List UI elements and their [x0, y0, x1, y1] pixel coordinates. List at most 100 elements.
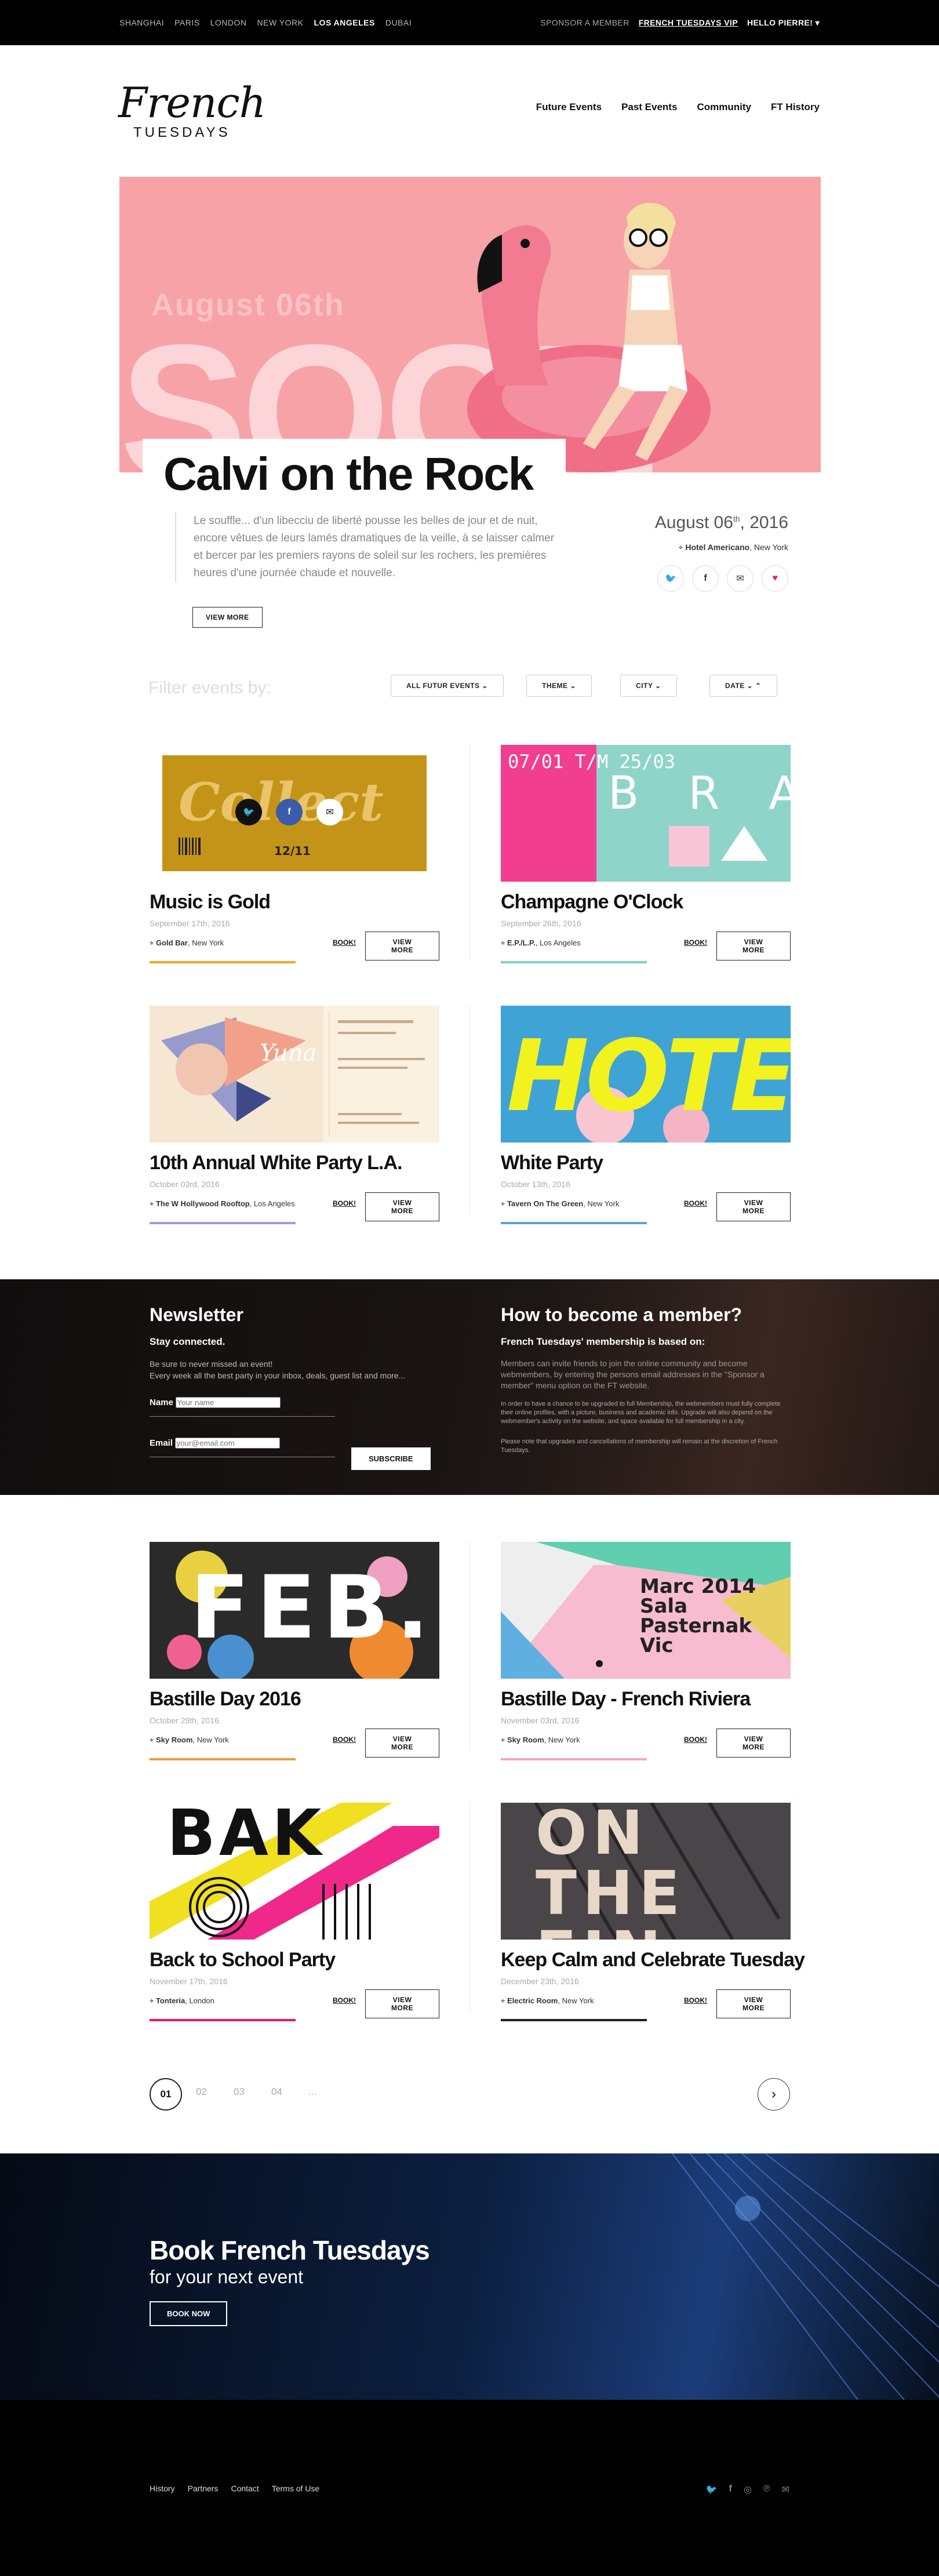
footer-link-contact[interactable]: Contact [231, 2484, 259, 2493]
event-venue-name[interactable]: The W Hollywood Rooftop [156, 1199, 250, 1208]
page-2[interactable]: 02 [196, 2086, 207, 2098]
user-menu[interactable]: HELLO PIERRE! ▾ [747, 18, 820, 28]
event-title[interactable]: 10th Annual White Party L.A. [150, 1152, 402, 1174]
event-image-art: ON THE FIN [501, 1803, 791, 1940]
subscribe-button[interactable]: SUBSCRIBE [351, 1447, 431, 1470]
view-more-button[interactable]: VIEW MORE [365, 1192, 439, 1221]
email-share-button[interactable]: ✉ [727, 565, 754, 592]
nav-community[interactable]: Community [697, 101, 751, 113]
book-link[interactable]: BOOK! [333, 938, 356, 947]
event-title[interactable]: Keep Calm and Celebrate Tuesday [501, 1949, 805, 1971]
city-paris[interactable]: PARIS [174, 18, 199, 27]
event-venue-name[interactable]: Tavern On The Green [507, 1199, 583, 1208]
email-share-button[interactable]: ✉ [316, 799, 343, 825]
nav-ft-history[interactable]: FT History [771, 101, 820, 113]
twitter-icon[interactable]: 🐦 [706, 2484, 718, 2495]
facebook-share-button[interactable]: f [692, 565, 719, 592]
event-image[interactable]: FEB. [150, 1542, 439, 1679]
nav-future-events[interactable]: Future Events [536, 101, 602, 113]
event-accent-bar [150, 961, 296, 963]
filter-date-dropdown[interactable]: DATE ⌄ ⌃ [709, 675, 777, 697]
book-link[interactable]: BOOK! [333, 1199, 356, 1207]
view-more-button[interactable]: VIEW MORE [365, 932, 439, 960]
event-city: , New York [583, 1199, 620, 1208]
event-image[interactable]: Marc 2014 Sala Pasternak Vic [501, 1542, 791, 1679]
hero-title[interactable]: Calvi on the Rock [163, 447, 534, 501]
nav-past-events[interactable]: Past Events [621, 101, 677, 113]
book-now-button[interactable]: BOOK NOW [150, 2301, 228, 2326]
event-venue-name[interactable]: Electric Room [507, 1996, 558, 2005]
name-field: Name [150, 1397, 335, 1417]
event-venue: ⌖ Tavern On The Green, New York [501, 1199, 619, 1209]
site-logo[interactable]: French TUESDAYS [118, 78, 266, 142]
sponsor-member-link[interactable]: SPONSOR A MEMBER [540, 18, 629, 28]
favorite-button[interactable]: ♥ [762, 565, 788, 592]
view-more-button[interactable]: VIEW MORE [365, 1989, 439, 2018]
book-link[interactable]: BOOK! [333, 1996, 356, 2004]
name-input[interactable] [176, 1397, 281, 1408]
facebook-share-button[interactable]: f [276, 799, 303, 825]
filter-city-dropdown[interactable]: CITY ⌄ [620, 675, 677, 697]
footer-link-terms[interactable]: Terms of Use [272, 2484, 319, 2493]
view-more-button[interactable]: VIEW MORE [716, 932, 791, 960]
book-link[interactable]: BOOK! [684, 1996, 707, 2004]
event-image[interactable]: 07/01 T/M 25/03 B R A B A N T S [501, 745, 791, 882]
hero-venue-name[interactable]: Hotel Americano [685, 543, 749, 552]
event-title[interactable]: White Party [501, 1152, 603, 1174]
view-more-button[interactable]: VIEW MORE [365, 1729, 439, 1758]
vip-link[interactable]: FRENCH TUESDAYS VIP [639, 18, 738, 28]
view-more-button[interactable]: VIEW MORE [716, 1192, 791, 1221]
twitter-share-button[interactable]: 🐦 [235, 799, 262, 825]
email-input[interactable] [175, 1438, 281, 1449]
city-london[interactable]: LONDON [210, 18, 247, 27]
city-new-york[interactable]: NEW YORK [257, 18, 304, 27]
city-dubai[interactable]: DUBAI [385, 18, 412, 27]
page-1[interactable]: 01 [150, 2078, 182, 2111]
art-champagne-letters: B R A B A N T S [608, 767, 791, 820]
footer-link-partners[interactable]: Partners [188, 2484, 219, 2493]
pinterest-icon[interactable]: ℗ [763, 2484, 770, 2495]
page-4[interactable]: 04 [271, 2086, 282, 2098]
event-title[interactable]: Music is Gold [150, 891, 271, 914]
hero-excerpt: Le souffle... d'un libecciu de liberté p… [175, 512, 558, 582]
event-venue-name[interactable]: Gold Bar [156, 938, 188, 947]
filter-theme-dropdown[interactable]: THEME ⌄ [526, 675, 592, 697]
event-image[interactable]: Yuna [150, 1006, 439, 1143]
facebook-icon: f [287, 807, 291, 817]
book-link[interactable]: BOOK! [333, 1735, 356, 1744]
envelope-icon: ✉ [736, 574, 744, 584]
city-shanghai[interactable]: SHANGHAI [119, 18, 164, 27]
event-venue-name[interactable]: E.P./L.P. [507, 938, 536, 947]
event-date: October 03rd, 2016 [150, 1180, 220, 1189]
event-venue-name[interactable]: Tonteria [156, 1996, 185, 2005]
hero-view-more-button[interactable]: VIEW MORE [192, 607, 263, 628]
book-link[interactable]: BOOK! [684, 1199, 707, 1207]
city-los-angeles[interactable]: LOS ANGELES [314, 18, 375, 27]
book-link[interactable]: BOOK! [684, 938, 707, 947]
event-venue-name[interactable]: Sky Room [507, 1735, 544, 1744]
envelope-icon[interactable]: ✉ [782, 2484, 789, 2495]
facebook-icon[interactable]: f [729, 2484, 732, 2495]
event-venue-name[interactable]: Sky Room [156, 1735, 193, 1744]
filter-all-events-dropdown[interactable]: ALL FUTUR EVENTS ⌄ [391, 675, 504, 697]
next-page-button[interactable]: › [758, 2078, 790, 2111]
event-title[interactable]: Bastille Day - French Riviera [501, 1688, 751, 1711]
twitter-share-button[interactable]: 🐦 [657, 565, 684, 592]
instagram-icon[interactable]: ◎ [744, 2484, 752, 2495]
view-more-button[interactable]: VIEW MORE [716, 1989, 791, 2018]
event-city: , New York [187, 938, 224, 947]
hero-banner[interactable]: August 06th SOON [119, 177, 821, 472]
event-image[interactable]: BAK [150, 1803, 439, 1940]
page-3[interactable]: 03 [234, 2086, 245, 2098]
event-city: , Los Angeles [249, 1199, 295, 1208]
event-city: , London [185, 1996, 214, 2005]
event-image[interactable]: HOTEL [501, 1006, 791, 1143]
book-link[interactable]: BOOK! [684, 1735, 707, 1744]
event-image[interactable]: ON THE FIN [501, 1803, 791, 1940]
event-title[interactable]: Back to School Party [150, 1949, 336, 1971]
view-more-button[interactable]: VIEW MORE [716, 1729, 791, 1758]
footer-link-history[interactable]: History [150, 2484, 175, 2493]
event-image[interactable]: Collect 12/11 🐦 f ✉ [150, 745, 439, 882]
event-title[interactable]: Champagne O'Clock [501, 891, 683, 914]
event-title[interactable]: Bastille Day 2016 [150, 1688, 301, 1711]
